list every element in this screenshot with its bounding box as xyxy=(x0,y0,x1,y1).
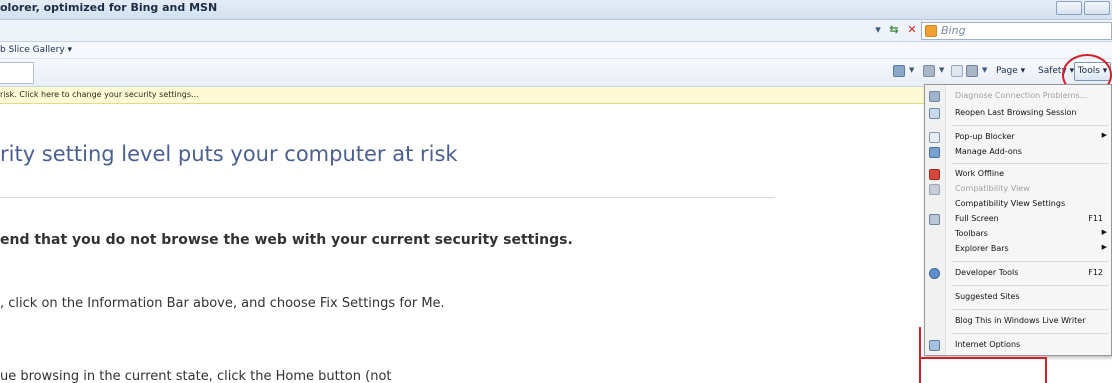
menu-item-label: Blog This in Windows Live Writer xyxy=(955,316,1086,325)
menu-item-label: Reopen Last Browsing Session xyxy=(955,108,1077,117)
print-icon[interactable] xyxy=(966,65,978,77)
warning-text: end that you do not browse the web with … xyxy=(0,232,573,248)
menu-item-diagnose[interactable]: Diagnose Connection Problems... xyxy=(925,89,1111,104)
submenu-arrow-icon: ▶ xyxy=(1101,228,1107,236)
menu-separator xyxy=(952,261,1109,262)
menu-item-label: Toolbars xyxy=(955,229,988,238)
submenu-arrow-icon: ▶ xyxy=(1101,243,1107,251)
addons-icon xyxy=(929,147,940,158)
menu-item-full-screen[interactable]: Full Screen F11 xyxy=(925,212,1111,227)
address-dropdown-icon[interactable]: ▾ xyxy=(872,23,884,39)
stop-icon[interactable]: ✕ xyxy=(905,23,919,39)
shortcut-label: F11 xyxy=(1088,214,1103,223)
address-bar: ▾ ⇆ ✕ Bing xyxy=(0,20,1112,42)
submenu-arrow-icon: ▶ xyxy=(1101,131,1107,139)
internet-options-annotation-box xyxy=(919,357,1047,383)
menu-item-label: Compatibility View xyxy=(955,184,1030,193)
menu-item-label: Full Screen xyxy=(955,214,999,223)
menu-item-label: Pop-up Blocker xyxy=(955,132,1015,141)
fullscreen-icon xyxy=(929,214,940,225)
mail-icon[interactable] xyxy=(951,65,963,77)
maximize-button[interactable] xyxy=(1084,1,1110,15)
menu-item-compatibility-view[interactable]: Compatibility View xyxy=(925,182,1111,197)
page-content: rity setting level puts your computer at… xyxy=(0,104,920,383)
instruction-text: , click on the Information Bar above, an… xyxy=(0,296,445,311)
menu-item-label: Suggested Sites xyxy=(955,292,1020,301)
menu-item-developer-tools[interactable]: Developer Tools F12 xyxy=(925,266,1111,281)
menu-separator xyxy=(952,333,1109,334)
popup-icon xyxy=(929,132,940,143)
search-input[interactable]: Bing xyxy=(941,24,966,37)
menu-item-label: Developer Tools xyxy=(955,268,1019,277)
page-heading: rity setting level puts your computer at… xyxy=(0,142,458,166)
information-bar-message[interactable]: risk. Click here to change your security… xyxy=(0,90,199,99)
menu-separator xyxy=(952,309,1109,310)
options-icon xyxy=(929,340,940,351)
menu-item-blog-this[interactable]: Blog This in Windows Live Writer xyxy=(925,314,1111,329)
search-box[interactable]: Bing xyxy=(921,22,1112,40)
favorites-bar: b Slice Gallery ▾ xyxy=(0,42,1112,59)
menu-item-internet-options[interactable]: Internet Options xyxy=(925,338,1111,353)
compat-icon xyxy=(929,184,940,195)
bing-icon xyxy=(925,25,937,37)
menu-item-manage-addons[interactable]: Manage Add-ons xyxy=(925,145,1111,160)
continue-text: ue browsing in the current state, click … xyxy=(0,369,392,383)
offline-icon xyxy=(929,169,940,180)
menu-separator xyxy=(952,285,1109,286)
menu-item-toolbars[interactable]: Toolbars ▶ xyxy=(925,227,1111,242)
menu-item-label: Work Offline xyxy=(955,169,1005,178)
menu-separator xyxy=(952,125,1109,126)
home-icon[interactable] xyxy=(893,65,905,77)
browser-tab[interactable] xyxy=(0,62,34,84)
reopen-icon xyxy=(929,108,940,119)
devtools-icon xyxy=(929,268,940,279)
page-menu-button[interactable]: Page ▾ xyxy=(996,66,1025,76)
feeds-dropdown-icon[interactable]: ▼ xyxy=(939,66,944,74)
print-dropdown-icon[interactable]: ▼ xyxy=(982,66,987,74)
menu-item-popup-blocker[interactable]: Pop-up Blocker ▶ xyxy=(925,130,1111,145)
menu-item-label: Internet Options xyxy=(955,340,1021,349)
shortcut-label: F12 xyxy=(1088,268,1103,277)
command-bar: ▼ ▼ ▼ Page ▾ Safety ▾ Tools ▾ xyxy=(0,59,1112,87)
heading-divider xyxy=(0,197,775,198)
refresh-icon[interactable]: ⇆ xyxy=(886,23,902,39)
menu-item-explorer-bars[interactable]: Explorer Bars ▶ xyxy=(925,242,1111,257)
menu-item-label: Diagnose Connection Problems... xyxy=(955,91,1088,100)
menu-separator xyxy=(952,163,1109,164)
menu-item-suggested-sites[interactable]: Suggested Sites xyxy=(925,290,1111,305)
window-controls xyxy=(1056,1,1110,15)
home-dropdown-icon[interactable]: ▼ xyxy=(909,66,914,74)
menu-item-label: Manage Add-ons xyxy=(955,147,1022,156)
network-icon xyxy=(929,91,940,102)
feeds-icon[interactable] xyxy=(923,65,935,77)
window-title: olorer, optimized for Bing and MSN xyxy=(0,1,218,14)
minimize-button[interactable] xyxy=(1056,1,1082,15)
menu-item-label: Compatibility View Settings xyxy=(955,199,1066,208)
tools-menu: Diagnose Connection Problems... Reopen L… xyxy=(924,84,1112,356)
menu-item-reopen[interactable]: Reopen Last Browsing Session xyxy=(925,106,1111,121)
internet-options-annotation-line xyxy=(919,327,921,359)
menu-item-label: Explorer Bars xyxy=(955,244,1009,253)
web-slice-gallery-link[interactable]: b Slice Gallery ▾ xyxy=(0,45,72,55)
menu-item-compatibility-view-settings[interactable]: Compatibility View Settings xyxy=(925,197,1111,212)
menu-item-work-offline[interactable]: Work Offline xyxy=(925,167,1111,182)
window-titlebar: olorer, optimized for Bing and MSN xyxy=(0,0,1112,20)
